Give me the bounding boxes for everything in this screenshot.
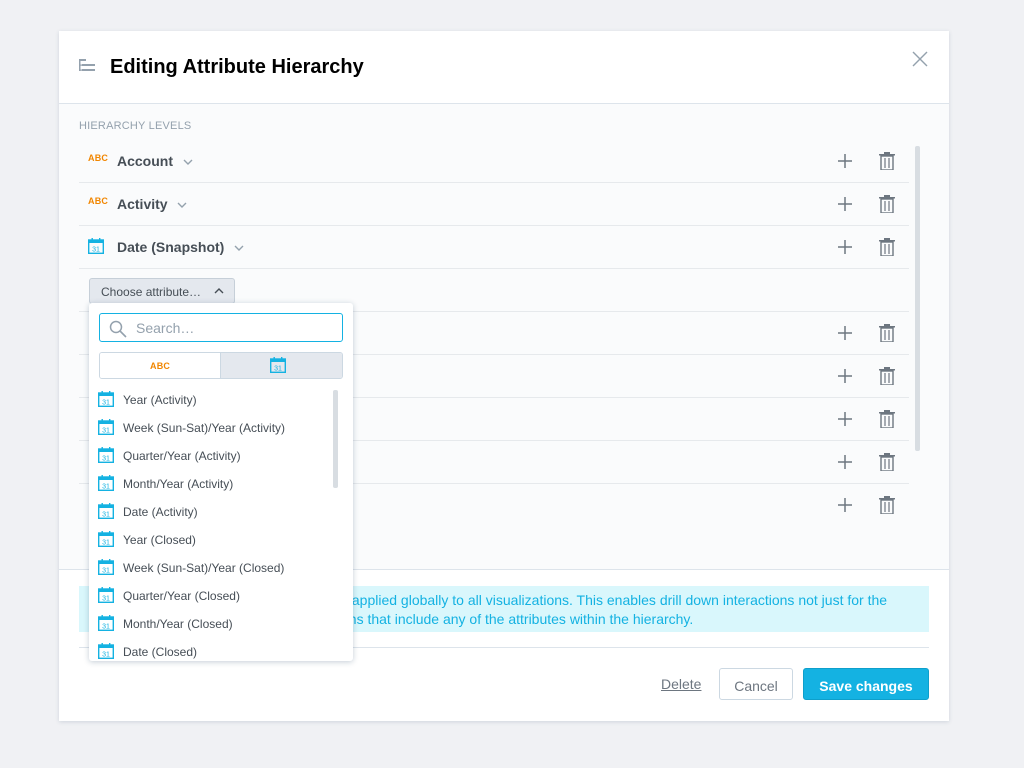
add-level-icon[interactable] <box>837 368 853 389</box>
attribute-type-toggle: ABC 31 <box>99 352 343 379</box>
level-label: Date (Snapshot) <box>117 239 225 255</box>
svg-text:31: 31 <box>102 428 110 435</box>
calendar-icon: 31 <box>97 643 115 661</box>
attribute-label: Quarter/Year (Closed) <box>123 589 240 603</box>
trash-icon[interactable] <box>879 324 895 347</box>
calendar-icon: 31 <box>97 503 115 522</box>
trash-icon[interactable] <box>879 410 895 433</box>
trash-icon[interactable] <box>879 152 895 175</box>
calendar-icon: 31 <box>97 419 115 438</box>
calendar-icon: 31 <box>97 391 115 410</box>
filter-text-attributes[interactable]: ABC <box>100 353 221 378</box>
choose-attribute-label: Choose attribute… <box>101 285 202 299</box>
attribute-item[interactable]: 31 Month/Year (Activity) <box>89 473 329 501</box>
calendar-icon: 31 <box>97 475 115 494</box>
chevron-up-icon <box>214 288 224 294</box>
svg-text:31: 31 <box>102 624 110 631</box>
calendar-icon: 31 <box>97 559 115 578</box>
svg-text:31: 31 <box>102 540 110 547</box>
level-label: Activity <box>117 196 168 212</box>
calendar-icon: 31 <box>97 531 115 550</box>
attribute-item[interactable]: 31 Year (Closed) <box>89 529 329 557</box>
attribute-label: Date (Activity) <box>123 505 198 519</box>
search-input[interactable] <box>136 317 336 339</box>
svg-text:31: 31 <box>274 366 282 373</box>
trash-icon[interactable] <box>879 195 895 218</box>
level-name[interactable]: Account <box>117 153 193 169</box>
chevron-down-icon <box>183 159 193 166</box>
search-box[interactable] <box>99 313 343 342</box>
add-level-icon[interactable] <box>837 325 853 346</box>
svg-text:31: 31 <box>102 568 110 575</box>
svg-text:31: 31 <box>102 456 110 463</box>
filter-date-attributes[interactable]: 31 <box>221 353 342 378</box>
attribute-label: Year (Activity) <box>123 393 197 407</box>
delete-button[interactable]: Delete <box>661 676 701 692</box>
level-label: Account <box>117 153 173 169</box>
level-row-account: ABC Account <box>79 140 909 183</box>
svg-text:31: 31 <box>102 400 110 407</box>
attribute-dropdown: ABC 31 31 Year (Activity) 31 Week (Sun-S… <box>89 303 353 661</box>
chevron-down-icon <box>234 245 244 252</box>
calendar-icon: 31 <box>97 615 115 634</box>
calendar-icon: 31 <box>87 238 105 259</box>
calendar-icon: 31 <box>269 357 287 378</box>
attribute-label: Quarter/Year (Activity) <box>123 449 241 463</box>
calendar-icon: 31 <box>97 587 115 606</box>
attribute-label: Date (Closed) <box>123 645 198 659</box>
add-level-icon[interactable] <box>837 196 853 217</box>
svg-text:31: 31 <box>92 247 100 254</box>
calendar-icon: 31 <box>97 447 115 466</box>
attribute-item[interactable]: 31 Date (Closed) <box>89 641 329 661</box>
choose-attribute-button[interactable]: Choose attribute… <box>89 278 235 304</box>
body-scrollbar[interactable] <box>915 146 920 451</box>
attribute-label: Week (Sun-Sat)/Year (Closed) <box>123 561 285 575</box>
attribute-list: 31 Year (Activity) 31 Week (Sun-Sat)/Yea… <box>89 389 329 661</box>
hierarchy-icon <box>79 59 95 78</box>
attribute-label: Week (Sun-Sat)/Year (Activity) <box>123 421 286 435</box>
chevron-down-icon <box>177 202 187 209</box>
attribute-label: Year (Closed) <box>123 533 196 547</box>
cancel-button[interactable]: Cancel <box>719 668 793 700</box>
add-level-icon[interactable] <box>837 497 853 518</box>
attribute-label: Month/Year (Closed) <box>123 617 233 631</box>
attribute-label: Month/Year (Activity) <box>123 477 234 491</box>
section-label: HIERARCHY LEVELS <box>79 120 192 132</box>
add-level-icon[interactable] <box>837 454 853 475</box>
attribute-item[interactable]: 31 Quarter/Year (Activity) <box>89 445 329 473</box>
trash-icon[interactable] <box>879 238 895 261</box>
svg-text:31: 31 <box>102 512 110 519</box>
add-level-icon[interactable] <box>837 239 853 260</box>
trash-icon[interactable] <box>879 453 895 476</box>
level-name[interactable]: Activity <box>117 196 187 212</box>
dropdown-scrollbar[interactable] <box>333 390 338 488</box>
trash-icon[interactable] <box>879 367 895 390</box>
save-changes-button[interactable]: Save changes <box>803 668 929 700</box>
level-row-date-snapshot: 31 Date (Snapshot) <box>79 226 909 269</box>
text-type-icon: ABC <box>88 196 109 206</box>
add-level-icon[interactable] <box>837 411 853 432</box>
text-type-icon: ABC <box>150 361 171 371</box>
svg-text:31: 31 <box>102 652 110 659</box>
close-icon[interactable] <box>912 51 928 72</box>
text-type-icon: ABC <box>88 153 109 163</box>
attribute-item[interactable]: 31 Week (Sun-Sat)/Year (Activity) <box>89 417 329 445</box>
add-level-icon[interactable] <box>837 153 853 174</box>
level-name[interactable]: Date (Snapshot) <box>117 239 244 255</box>
attribute-item[interactable]: 31 Quarter/Year (Closed) <box>89 585 329 613</box>
level-row-activity: ABC Activity <box>79 183 909 226</box>
dialog-header: Editing Attribute Hierarchy <box>59 31 949 104</box>
search-icon <box>109 320 127 343</box>
trash-icon[interactable] <box>879 496 895 519</box>
dialog-title: Editing Attribute Hierarchy <box>110 56 364 78</box>
svg-text:31: 31 <box>102 596 110 603</box>
attribute-item[interactable]: 31 Month/Year (Closed) <box>89 613 329 641</box>
attribute-item[interactable]: 31 Week (Sun-Sat)/Year (Closed) <box>89 557 329 585</box>
svg-text:31: 31 <box>102 484 110 491</box>
attribute-item[interactable]: 31 Date (Activity) <box>89 501 329 529</box>
attribute-item[interactable]: 31 Year (Activity) <box>89 389 329 417</box>
